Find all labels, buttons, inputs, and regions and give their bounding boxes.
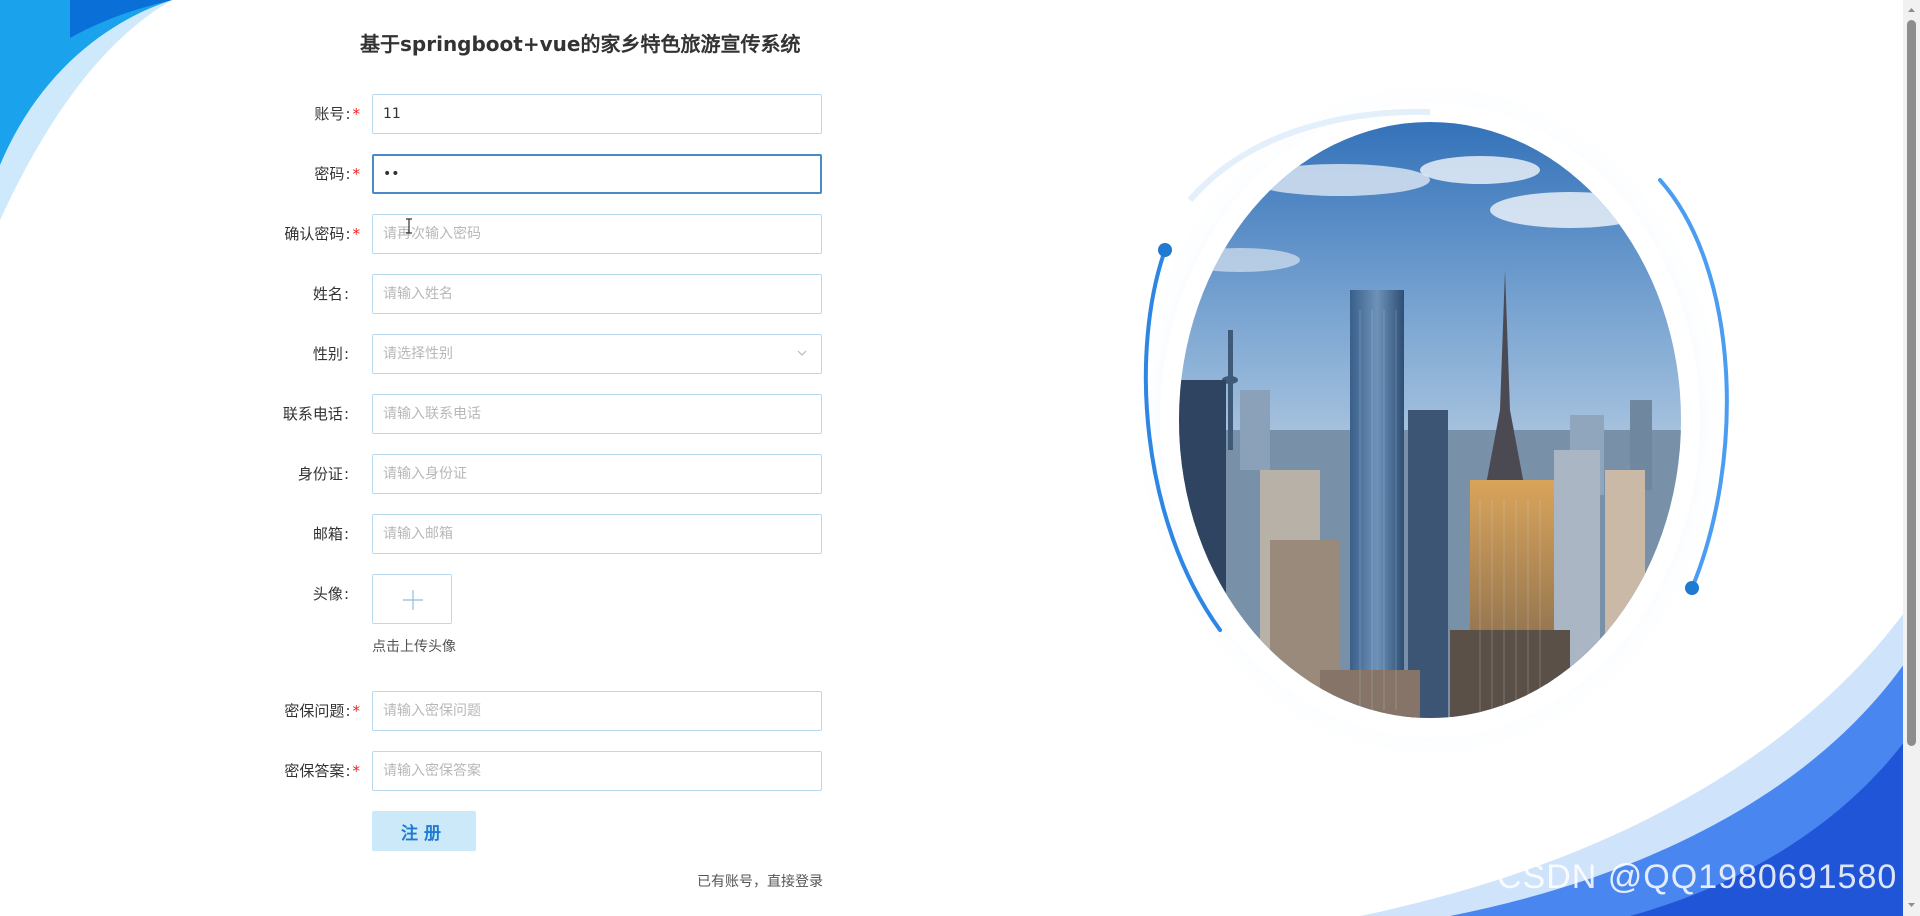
password-input[interactable] xyxy=(372,154,822,194)
security-answer-row: 密保答案: * xyxy=(172,751,892,791)
confirm-password-row: 确认密码: * xyxy=(172,214,892,254)
gender-select[interactable]: 请选择性别 xyxy=(372,334,822,374)
password-label: 密码: * xyxy=(314,165,360,183)
name-label: 姓名: xyxy=(312,285,349,303)
name-input[interactable] xyxy=(372,274,822,314)
gender-label: 性别: xyxy=(312,345,349,363)
id-card-label: 身份证: xyxy=(297,465,349,483)
name-row: 姓名: xyxy=(172,274,892,314)
register-form: 基于springboot+vue的家乡特色旅游宣传系统 账号:* 密码:* 确认… xyxy=(172,0,892,916)
email-row: 邮箱: xyxy=(172,514,892,554)
account-input[interactable] xyxy=(372,94,822,134)
phone-input[interactable] xyxy=(372,394,822,434)
plus-icon xyxy=(403,590,423,610)
avatar-upload-button[interactable] xyxy=(372,574,452,624)
top-left-wave-decoration xyxy=(0,0,172,220)
register-page: 基于springboot+vue的家乡特色旅游宣传系统 账号:* 密码:* 确认… xyxy=(0,0,1920,916)
security-answer-label: 密保答案: * xyxy=(284,762,360,780)
account-label: 账号: * xyxy=(314,105,360,123)
chevron-down-icon xyxy=(797,350,807,356)
email-input[interactable] xyxy=(372,514,822,554)
login-link[interactable]: 已有账号，直接登录 xyxy=(687,871,823,891)
security-answer-input[interactable] xyxy=(372,751,822,791)
id-card-row: 身份证: xyxy=(172,454,892,494)
scroll-down-arrow-icon[interactable] xyxy=(1907,900,1916,909)
phone-row: 联系电话: xyxy=(172,394,892,434)
password-row: 密码: * xyxy=(172,154,892,194)
text-cursor-icon xyxy=(406,218,412,234)
avatar-row: 头像: 点击上传头像 xyxy=(172,574,892,674)
scroll-up-arrow-icon[interactable] xyxy=(1907,6,1916,15)
scrollbar-thumb[interactable] xyxy=(1907,20,1916,746)
security-question-input[interactable] xyxy=(372,691,822,731)
gender-select-placeholder: 请选择性别 xyxy=(383,346,453,362)
security-question-label: 密保问题: * xyxy=(284,702,360,720)
email-label: 邮箱: xyxy=(312,525,349,543)
id-card-input[interactable] xyxy=(372,454,822,494)
csdn-watermark: CSDN @QQ1980691580 xyxy=(1497,858,1898,896)
phone-label: 联系电话: xyxy=(282,405,349,423)
page-title: 基于springboot+vue的家乡特色旅游宣传系统 xyxy=(360,32,801,56)
security-question-row: 密保问题: * xyxy=(172,691,892,731)
city-illustration xyxy=(1130,75,1730,765)
account-row: 账号: * xyxy=(172,94,892,134)
avatar-label: 头像: xyxy=(312,585,349,603)
avatar-upload-hint: 点击上传头像 xyxy=(372,639,456,655)
gender-row: 性别: 请选择性别 xyxy=(172,334,892,374)
confirm-password-input[interactable] xyxy=(372,214,822,254)
register-button[interactable]: 注册 xyxy=(372,811,476,851)
vertical-scrollbar[interactable] xyxy=(1903,0,1920,916)
confirm-password-label: 确认密码: * xyxy=(284,225,360,243)
